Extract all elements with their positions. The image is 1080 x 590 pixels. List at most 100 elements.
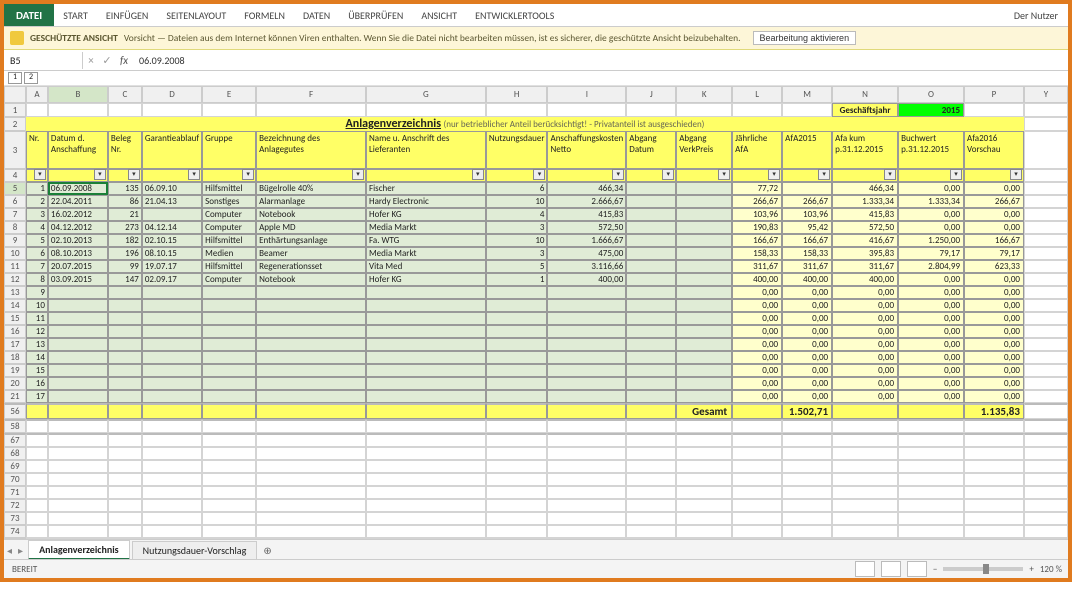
cell[interactable] — [142, 338, 202, 351]
cell[interactable]: 1.333,34 — [832, 195, 898, 208]
cell[interactable] — [676, 182, 732, 195]
cell[interactable]: 0,00 — [732, 351, 782, 364]
cell[interactable]: 166,67 — [782, 234, 832, 247]
cell[interactable]: 1.666,67 — [547, 234, 626, 247]
cell[interactable]: 0,00 — [898, 221, 964, 234]
cell[interactable] — [108, 390, 142, 403]
sheet-tab-nutzungsdauer[interactable]: Nutzungsdauer-Vorschlag — [132, 541, 258, 560]
geschaeftsjahr-value[interactable]: 2015 — [898, 103, 964, 117]
ribbon-tab-pagelayout[interactable]: SEITENLAYOUT — [157, 5, 235, 26]
filter-dropdown[interactable]: ▾ — [34, 169, 46, 180]
cell[interactable]: 190,83 — [732, 221, 782, 234]
row-header-56[interactable]: 56 — [4, 403, 26, 419]
cell[interactable] — [366, 377, 486, 390]
cell[interactable]: 0,00 — [732, 286, 782, 299]
row-header-8[interactable]: 8 — [4, 221, 26, 234]
cell[interactable]: 9 — [26, 286, 48, 299]
row-header-58[interactable]: 58 — [4, 419, 26, 433]
filter-dropdown[interactable]: ▾ — [472, 169, 484, 180]
cell[interactable] — [256, 299, 366, 312]
cell[interactable]: 14 — [26, 351, 48, 364]
cell[interactable] — [626, 195, 676, 208]
cell[interactable]: 0,00 — [964, 364, 1024, 377]
cell[interactable] — [366, 299, 486, 312]
cell[interactable] — [256, 377, 366, 390]
cell[interactable]: 0,00 — [832, 338, 898, 351]
col-header-A[interactable]: A — [26, 86, 48, 103]
row-header-2[interactable]: 2 — [4, 117, 26, 131]
cell[interactable]: 0,00 — [782, 312, 832, 325]
cell[interactable]: 02.10.2013 — [48, 234, 108, 247]
cell[interactable]: 311,67 — [732, 260, 782, 273]
cell[interactable]: 415,83 — [547, 208, 626, 221]
zoom-slider[interactable] — [943, 567, 1023, 571]
cell[interactable]: 466,34 — [832, 182, 898, 195]
cell[interactable]: 196 — [108, 247, 142, 260]
cell[interactable]: 13 — [26, 338, 48, 351]
cell[interactable]: 466,34 — [547, 182, 626, 195]
filter-dropdown[interactable]: ▾ — [533, 169, 545, 180]
cell[interactable]: Hilfsmittel — [202, 234, 256, 247]
cell[interactable]: 0,00 — [732, 390, 782, 403]
cell[interactable]: 2.666,67 — [547, 195, 626, 208]
cell[interactable] — [626, 247, 676, 260]
row-header-6[interactable]: 6 — [4, 195, 26, 208]
cell[interactable]: 103,96 — [782, 208, 832, 221]
file-tab[interactable]: DATEI — [4, 4, 54, 26]
cell[interactable]: 400,00 — [732, 273, 782, 286]
cell[interactable]: 08.10.15 — [142, 247, 202, 260]
col-header-O[interactable]: O — [898, 86, 964, 103]
cell[interactable]: Computer — [202, 273, 256, 286]
filter-dropdown[interactable]: ▾ — [1010, 169, 1022, 180]
cell[interactable]: Fischer — [366, 182, 486, 195]
cell[interactable]: 08.10.2013 — [48, 247, 108, 260]
filter-dropdown[interactable]: ▾ — [884, 169, 896, 180]
cell[interactable]: Notebook — [256, 273, 366, 286]
filter-dropdown[interactable]: ▾ — [818, 169, 830, 180]
cell[interactable]: 0,00 — [832, 351, 898, 364]
cell[interactable]: 0,00 — [832, 325, 898, 338]
cell[interactable] — [256, 338, 366, 351]
cell[interactable] — [676, 390, 732, 403]
ribbon-tab-data[interactable]: DATEN — [294, 5, 339, 26]
cell[interactable]: 16 — [26, 377, 48, 390]
cell[interactable] — [676, 247, 732, 260]
cell[interactable] — [256, 325, 366, 338]
ribbon-tab-review[interactable]: ÜBERPRÜFEN — [339, 5, 412, 26]
cell[interactable]: 12 — [26, 325, 48, 338]
cell[interactable]: Hilfsmittel — [202, 182, 256, 195]
cell[interactable] — [676, 234, 732, 247]
cell[interactable] — [366, 390, 486, 403]
cell[interactable]: 182 — [108, 234, 142, 247]
cell[interactable] — [676, 351, 732, 364]
cell[interactable] — [202, 286, 256, 299]
cell[interactable] — [676, 221, 732, 234]
cell[interactable] — [108, 377, 142, 390]
col-header-L[interactable]: L — [732, 86, 782, 103]
row-header-20[interactable]: 20 — [4, 377, 26, 390]
cell[interactable]: 8 — [26, 273, 48, 286]
cell[interactable]: 103,96 — [732, 208, 782, 221]
cell[interactable] — [202, 364, 256, 377]
cell[interactable]: 0,00 — [832, 299, 898, 312]
cell[interactable] — [256, 312, 366, 325]
cell[interactable]: 147 — [108, 273, 142, 286]
cell[interactable]: 5 — [26, 234, 48, 247]
filter-dropdown[interactable]: ▾ — [662, 169, 674, 180]
cell[interactable]: 1 — [486, 273, 548, 286]
cancel-icon[interactable]: × — [83, 54, 99, 67]
cell[interactable]: 0,00 — [964, 208, 1024, 221]
cell[interactable]: 0,00 — [898, 364, 964, 377]
col-header-N[interactable]: N — [832, 86, 898, 103]
view-normal-button[interactable] — [855, 561, 875, 577]
cell[interactable] — [256, 364, 366, 377]
cell[interactable] — [782, 182, 832, 195]
outline-level-2[interactable]: 2 — [24, 72, 38, 84]
cell[interactable] — [547, 325, 626, 338]
spreadsheet-grid[interactable]: ABCDEFGHIJKLMNOPY1Geschäftsjahr20152Anla… — [4, 86, 1068, 544]
cell[interactable] — [366, 325, 486, 338]
col-header-I[interactable]: I — [547, 86, 626, 103]
ribbon-tab-insert[interactable]: EINFÜGEN — [97, 5, 158, 26]
cell[interactable]: 0,00 — [832, 377, 898, 390]
row-header-14[interactable]: 14 — [4, 299, 26, 312]
